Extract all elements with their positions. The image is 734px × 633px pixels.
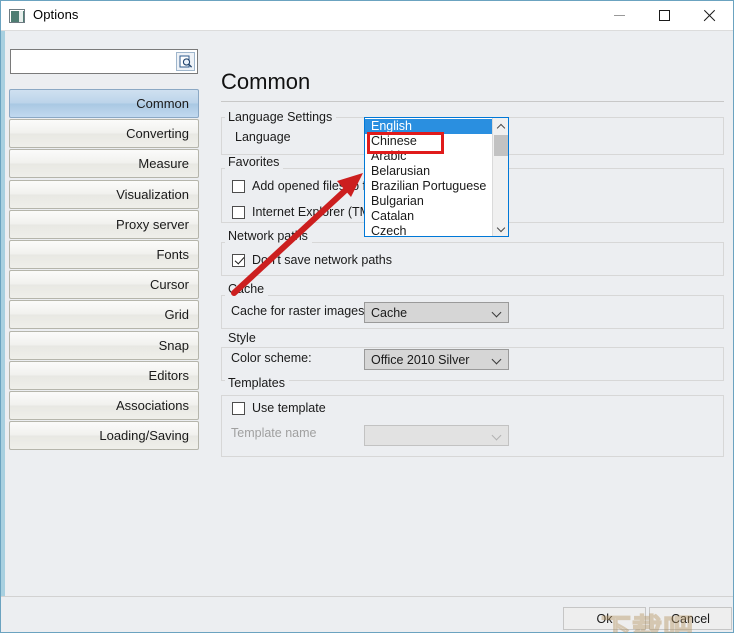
window-title: Options [33, 7, 79, 22]
checkbox-internet-explorer-box[interactable] [232, 205, 245, 219]
sidebar-item-label: Snap [158, 338, 189, 353]
color-scheme-combobox[interactable]: Office 2010 Silver [364, 349, 509, 370]
ok-button[interactable]: Ok [563, 607, 646, 630]
group-templates-label: Templates [225, 376, 289, 390]
dropdown-option-brazilian-portuguese[interactable]: Brazilian Portuguese [365, 179, 493, 194]
close-icon [703, 9, 716, 22]
checkbox-use-template-box[interactable] [232, 401, 245, 415]
left-accent-strip [1, 31, 5, 596]
search-input[interactable] [14, 52, 172, 71]
template-name-label: Template name [231, 426, 317, 440]
sidebar-item-loading-saving[interactable]: Loading/Saving [9, 421, 199, 450]
page-title: Common [221, 69, 311, 94]
group-cache-label: Cache [225, 282, 269, 296]
dropdown-option-bulgarian[interactable]: Bulgarian [365, 194, 493, 209]
sidebar-item-measure[interactable]: Measure [9, 149, 199, 178]
cache-raster-label: Cache for raster images: [231, 304, 368, 318]
color-scheme-combobox-value: Office 2010 Silver [371, 352, 470, 367]
maximize-button[interactable] [642, 1, 687, 30]
chevron-down-icon [493, 432, 501, 440]
sidebar-item-grid[interactable]: Grid [9, 300, 199, 329]
sidebar-item-label: Loading/Saving [99, 428, 189, 443]
sidebar-item-proxy-server[interactable]: Proxy server [9, 210, 199, 239]
search-icon [179, 55, 192, 68]
annotation-highlight-box [367, 132, 444, 154]
maximize-icon [659, 10, 670, 21]
sidebar-item-label: Visualization [116, 187, 189, 202]
page-title-divider [221, 101, 724, 102]
cancel-button[interactable]: Cancel [649, 607, 732, 630]
minimize-icon [614, 15, 625, 16]
sidebar-item-label: Editors [148, 368, 189, 383]
chevron-down-icon [493, 356, 501, 364]
template-name-combobox [364, 425, 509, 446]
sidebar-item-visualization[interactable]: Visualization [9, 180, 199, 209]
group-language-settings-label: Language Settings [225, 110, 337, 124]
chevron-down-icon [498, 225, 505, 232]
sidebar-item-converting[interactable]: Converting [9, 119, 199, 148]
options-dialog: Options Common Converting Measure Visual… [0, 0, 734, 633]
checkbox-internet-explorer-label: Internet Explorer (TM) [252, 205, 375, 219]
checkbox-use-template-label: Use template [252, 401, 326, 415]
dropdown-option-catalan[interactable]: Catalan [365, 209, 493, 224]
scrollbar-thumb[interactable] [494, 135, 508, 156]
sidebar-item-associations[interactable]: Associations [9, 391, 199, 420]
title-bar: Options [1, 1, 733, 31]
sidebar-item-label: Fonts [156, 247, 189, 262]
checkbox-dont-save-network-paths[interactable]: Don't save network paths [232, 253, 392, 267]
chevron-up-icon [498, 123, 505, 130]
group-favorites-label: Favorites [225, 155, 284, 169]
scroll-up-button[interactable] [493, 118, 508, 134]
sidebar-item-label: Associations [116, 398, 189, 413]
close-button[interactable] [687, 1, 732, 30]
search-button[interactable] [176, 52, 195, 71]
minimize-button[interactable] [597, 1, 642, 30]
sidebar-item-label: Grid [164, 307, 189, 322]
color-scheme-label: Color scheme: [231, 351, 312, 365]
group-network-paths-label: Network paths [225, 229, 312, 243]
checkbox-use-template[interactable]: Use template [232, 401, 326, 415]
scroll-down-button[interactable] [493, 220, 508, 236]
dropdown-option-czech[interactable]: Czech [365, 224, 493, 236]
sidebar-item-snap[interactable]: Snap [9, 331, 199, 360]
checkbox-dont-save-network-paths-box[interactable] [232, 253, 245, 267]
search-box[interactable] [10, 49, 198, 74]
checkbox-internet-explorer[interactable]: Internet Explorer (TM) [232, 205, 374, 219]
dialog-body: Common Converting Measure Visualization Prox… [1, 31, 733, 633]
sidebar-item-label: Proxy server [116, 217, 189, 232]
checkbox-add-opened-files-box[interactable] [232, 179, 245, 193]
sidebar-item-label: Common [136, 96, 189, 111]
cache-raster-combobox[interactable]: Cache [364, 302, 509, 323]
sidebar-item-label: Converting [126, 126, 189, 141]
language-label: Language [235, 130, 291, 144]
sidebar-item-fonts[interactable]: Fonts [9, 240, 199, 269]
application-window-icon [9, 9, 25, 23]
footer-divider [1, 596, 733, 597]
group-style-label: Style [225, 331, 260, 345]
cache-raster-combobox-value: Cache [371, 305, 408, 320]
checkbox-dont-save-network-paths-label: Don't save network paths [252, 253, 392, 267]
sidebar-item-common[interactable]: Common [9, 89, 199, 118]
sidebar-item-cursor[interactable]: Cursor [9, 270, 199, 299]
chevron-down-icon [493, 309, 501, 317]
sidebar-item-label: Cursor [149, 277, 189, 292]
dropdown-option-belarusian[interactable]: Belarusian [365, 164, 493, 179]
dropdown-scrollbar[interactable] [492, 118, 508, 236]
sidebar-item-editors[interactable]: Editors [9, 361, 199, 390]
sidebar-item-label: Measure [138, 156, 189, 171]
